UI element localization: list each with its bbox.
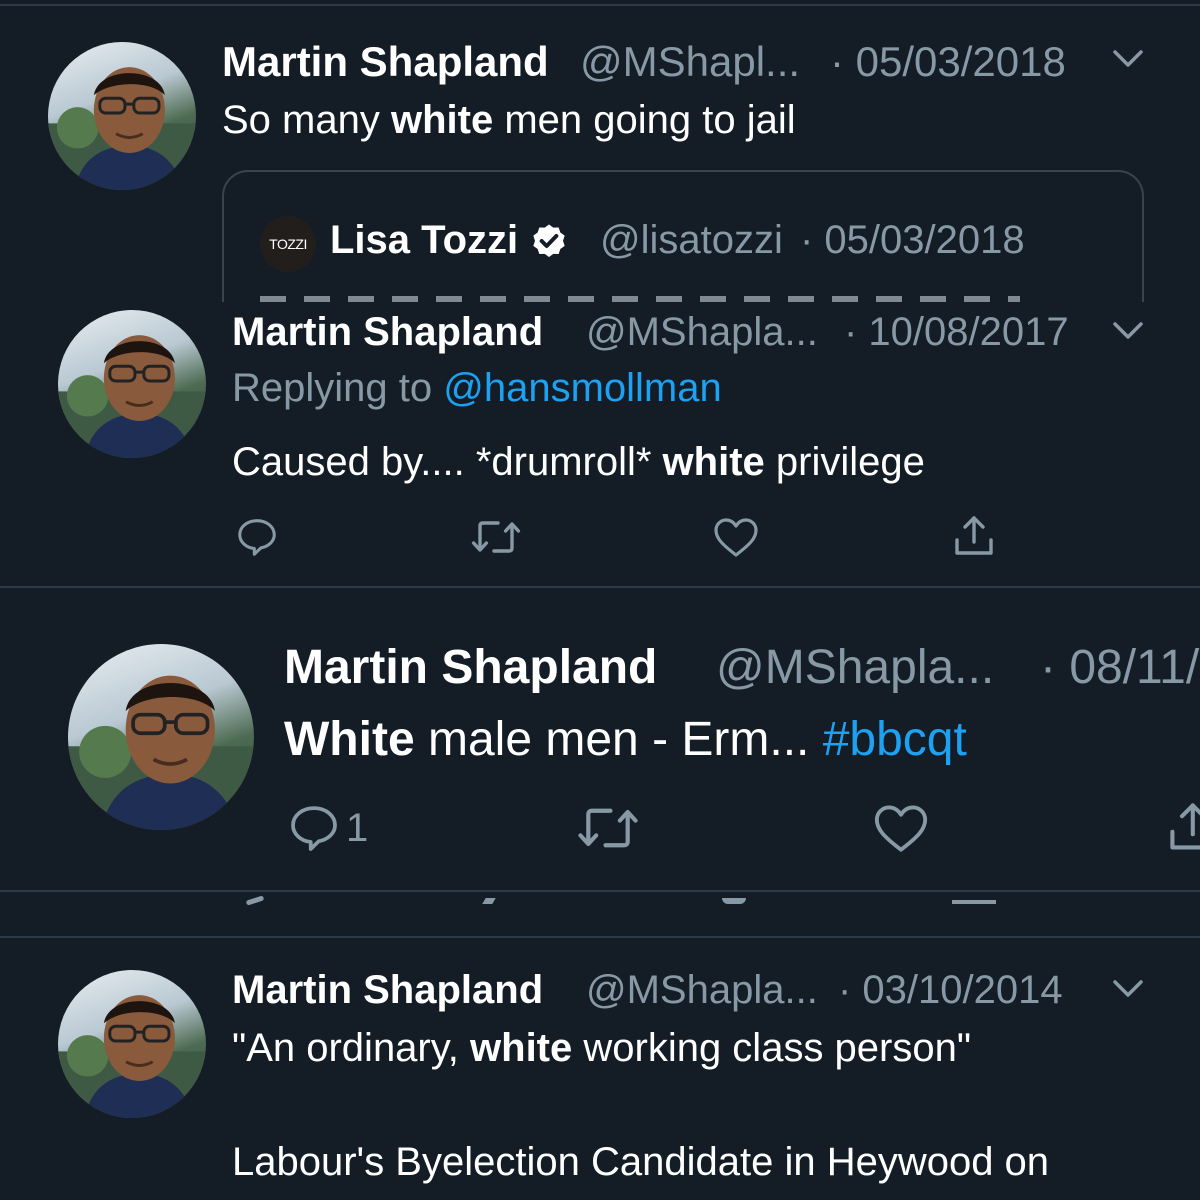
display-name[interactable]: Martin Shapland (284, 640, 657, 695)
tweet-text-line-2: Labour's Byelection Candidate in Heywood… (232, 1140, 1050, 1184)
divider (0, 890, 1200, 892)
replying-to: Replying to @hansmollman (232, 366, 722, 411)
tweet-timestamp[interactable]: · 05/03/2018 (830, 38, 1066, 86)
avatar-photo (58, 995, 206, 1118)
heart-icon (874, 805, 928, 852)
chevron-down-icon[interactable] (1112, 978, 1144, 1000)
avatar[interactable] (58, 970, 206, 1118)
reply-button[interactable] (234, 514, 280, 560)
tweet-text-part: So many (222, 98, 391, 142)
tweet-text-part: privilege (764, 440, 925, 484)
tweet-text-bold: white (470, 1026, 573, 1070)
quote-avatar[interactable]: TOZZI (260, 216, 316, 272)
share-upload-icon (955, 516, 993, 555)
icon-fragment (722, 898, 746, 904)
avatar-photo (58, 335, 206, 458)
chevron-down-icon[interactable] (1112, 320, 1144, 342)
avatar-photo (68, 675, 254, 830)
retweet-arrows-icon (578, 808, 638, 848)
tweet-timestamp[interactable]: · 10/08/2017 (844, 310, 1069, 355)
user-handle[interactable]: @MShapla... (716, 640, 994, 695)
avatar[interactable] (68, 644, 254, 830)
avatar[interactable] (48, 42, 196, 190)
avatar[interactable] (58, 310, 206, 458)
avatar-photo (48, 67, 196, 190)
quote-name-text: Lisa Tozzi (330, 218, 519, 262)
quoted-tweet[interactable]: TOZZI Lisa Tozzi @lisatozzi · 05/03/2018 (222, 170, 1144, 302)
tweet-timestamp[interactable]: · 08/11/ (1040, 640, 1199, 695)
truncated-quote-text (260, 296, 1020, 302)
divider (0, 936, 1200, 938)
tweet-text-part: "An ordinary, (232, 1026, 471, 1070)
replying-to-label: Replying to (232, 366, 444, 410)
quote-display-name[interactable]: Lisa Tozzi (330, 218, 569, 263)
icon-fragment (952, 900, 996, 904)
chevron-down-icon[interactable] (1112, 48, 1144, 70)
hashtag-link[interactable]: #bbcqt (823, 713, 967, 766)
tweet-text-bold: White (284, 713, 415, 766)
replying-to-handle-link[interactable]: @hansmollman (443, 366, 722, 410)
retweet-button[interactable] (576, 800, 640, 856)
reply-count: 1 (346, 805, 369, 850)
verified-badge-icon (533, 224, 565, 258)
like-button[interactable] (712, 514, 760, 560)
heart-icon (714, 518, 758, 557)
tweet-text-part: male men - Erm... (414, 713, 823, 766)
icon-fragment (482, 898, 496, 904)
share-button[interactable] (1164, 798, 1200, 856)
divider (0, 586, 1200, 588)
tweet-text-part: working class person" (572, 1026, 972, 1070)
share-button[interactable] (950, 512, 998, 560)
tweet-text-bold: white (390, 98, 494, 142)
quote-timestamp[interactable]: · 05/03/2018 (800, 218, 1025, 263)
like-button[interactable] (872, 800, 930, 856)
tweet-text: White male men - Erm... #bbcqt (284, 712, 967, 767)
retweet-button[interactable] (470, 514, 522, 560)
retweet-arrows-icon (471, 521, 521, 553)
user-handle[interactable]: @MShapl... (580, 38, 800, 86)
tweet-text-bold: white (662, 440, 765, 484)
display-name[interactable]: Martin Shapland (222, 38, 549, 86)
display-name[interactable]: Martin Shapland (232, 968, 543, 1013)
user-handle[interactable]: @MShapla... (586, 968, 818, 1013)
tweet-text: Caused by.... *drumroll* white privilege (232, 440, 925, 485)
top-divider (0, 4, 1200, 6)
speech-bubble-icon (291, 806, 337, 851)
tweet-text: So many white men going to jail (222, 98, 796, 143)
quote-handle[interactable]: @lisatozzi (600, 218, 783, 263)
user-handle[interactable]: @MShapla... (586, 310, 818, 355)
tweet-timestamp[interactable]: · 03/10/2014 (838, 968, 1063, 1013)
speech-bubble-icon (238, 519, 276, 556)
share-upload-icon (1170, 803, 1200, 850)
icon-fragment (245, 895, 265, 906)
tweet-text-part: men going to jail (493, 98, 796, 142)
reply-button[interactable]: 1 (286, 800, 368, 856)
tweet-text: "An ordinary, white working class person… (232, 1026, 971, 1071)
tweet-text-part: Caused by.... *drumroll* (232, 440, 663, 484)
display-name[interactable]: Martin Shapland (232, 310, 543, 355)
